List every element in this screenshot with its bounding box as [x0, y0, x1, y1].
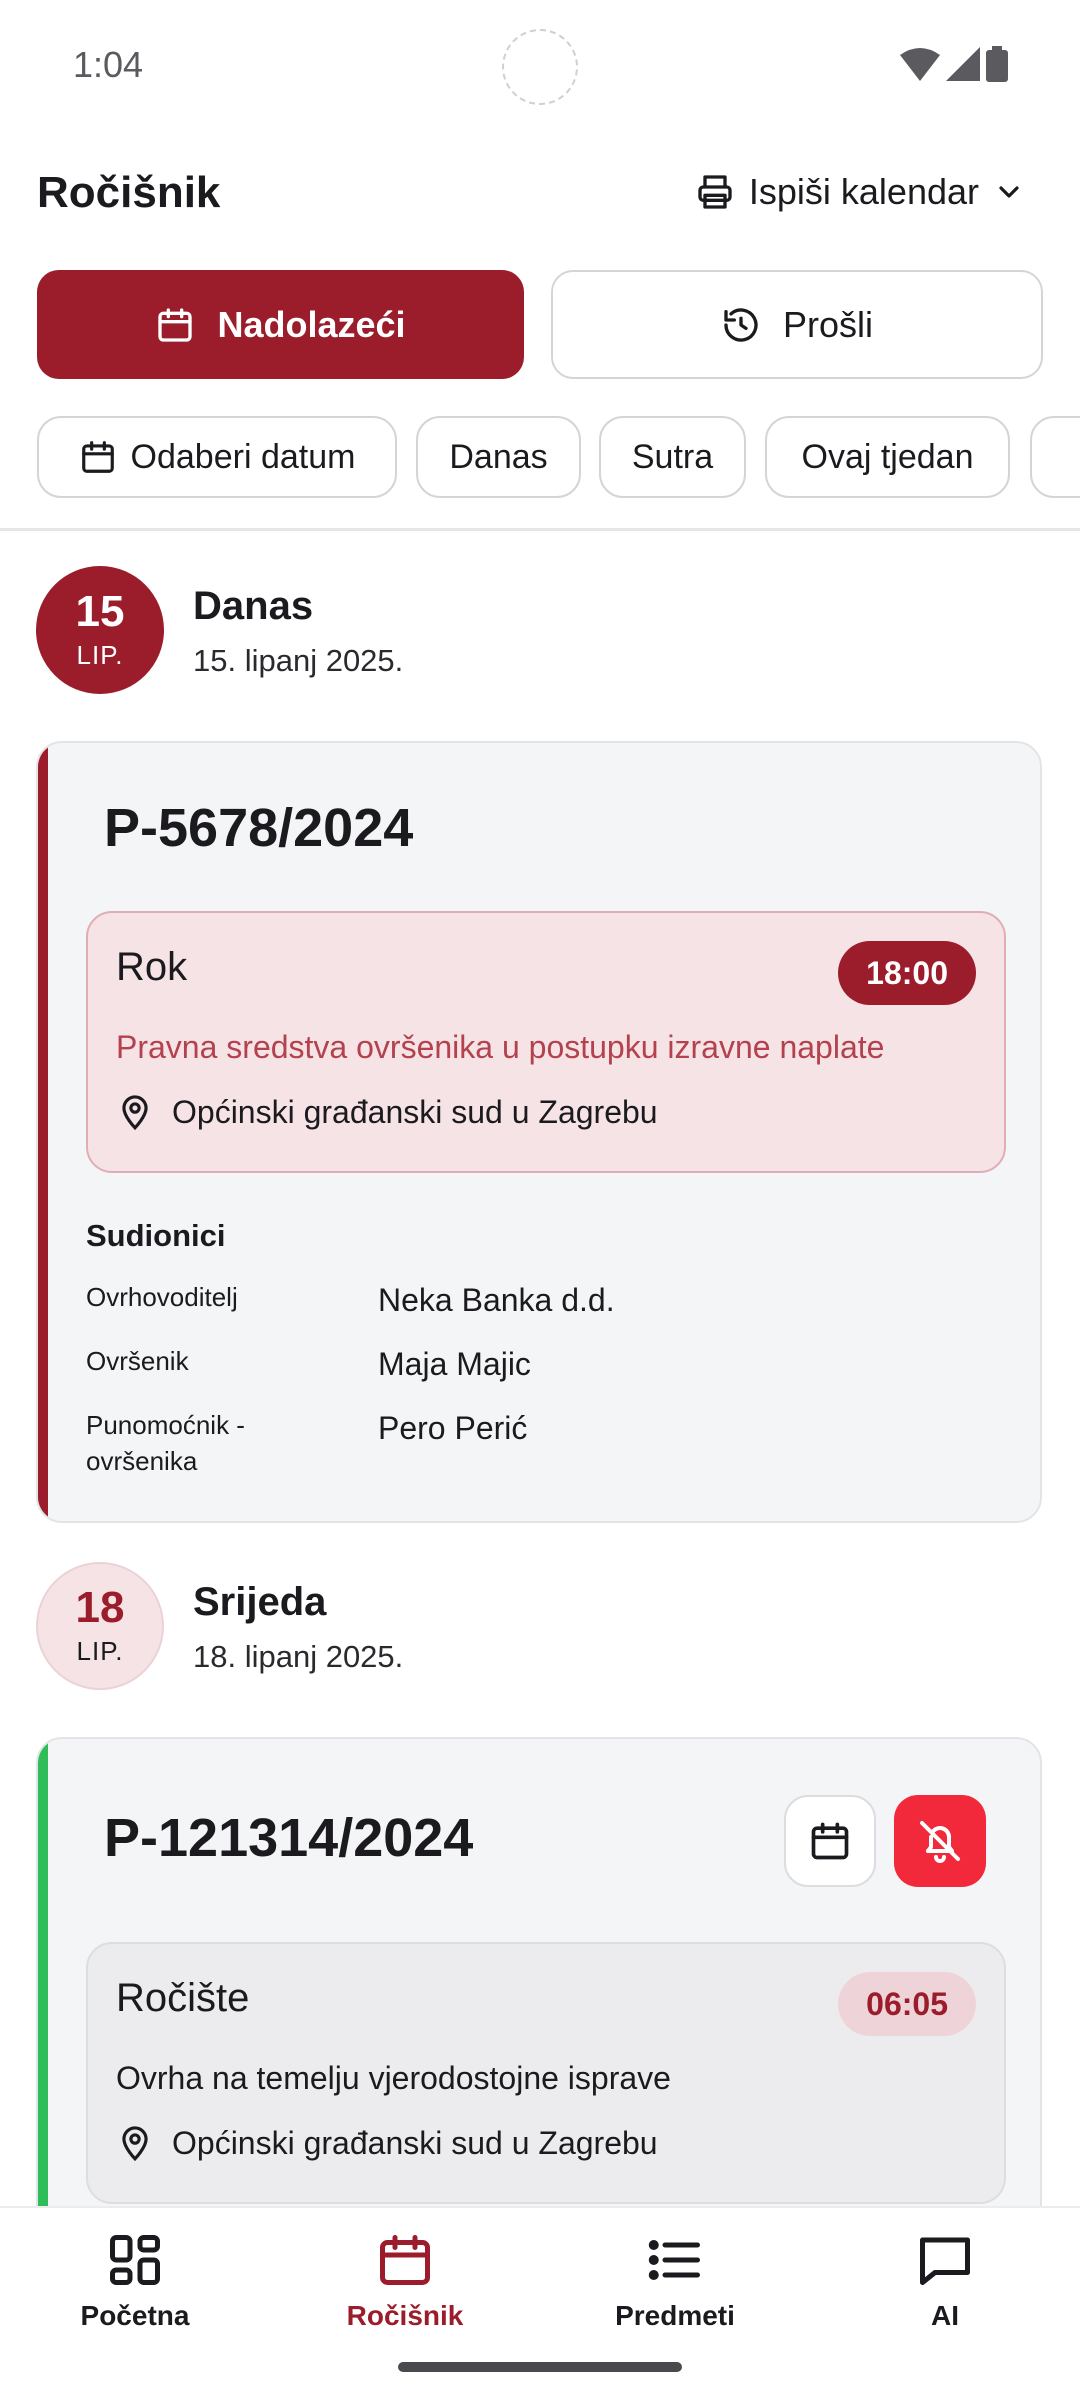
chip-label: Danas: [449, 437, 548, 476]
app-header: Ročišnik Ispiši kalendar: [37, 158, 1043, 230]
status-icons: [900, 46, 1008, 82]
event-type: Rok: [116, 945, 188, 989]
calendar-icon: [158, 307, 193, 342]
date-month: LIP.: [76, 639, 124, 670]
location-pin-icon: [122, 1095, 148, 1131]
chevron-down-icon: [999, 186, 1019, 198]
calendar-icon: [380, 2235, 430, 2285]
chip-label: Sutra: [631, 437, 714, 476]
participant-name: Neka Banka d.d.: [378, 1282, 615, 1318]
participant-role: Ovrhovoditelj: [86, 1282, 238, 1312]
event-location: Općinski građanski sud u Zagrebu: [116, 1093, 658, 1131]
nav-label: Ročišnik: [346, 2300, 464, 2331]
printer-icon: [698, 175, 732, 209]
grid-icon: [110, 2235, 160, 2285]
signal-icon: [946, 47, 980, 81]
date-month: LIP.: [76, 1635, 124, 1666]
chip-this-week[interactable]: Ovaj tjedan: [765, 416, 1010, 498]
past-label: Prošli: [782, 303, 874, 345]
nav-label: AI: [931, 2300, 959, 2331]
case-card[interactable]: P-5678/2024 Rok 18:00 Pravna sredstva ov…: [36, 741, 1042, 1523]
nav-label: Početna: [80, 2300, 190, 2331]
upcoming-label: Nadolazeći: [217, 303, 406, 345]
list-icon: [648, 2240, 700, 2280]
chip-tomorrow[interactable]: Sutra: [599, 416, 746, 498]
calendar-icon: [811, 1822, 849, 1860]
date-day-number: 18: [75, 1582, 125, 1632]
case-card[interactable]: P-121314/2024 Ročište 06:05 Ovrha na tem…: [36, 1737, 1042, 2277]
nav-cases[interactable]: Predmeti: [575, 2230, 775, 2332]
chip-today[interactable]: Danas: [416, 416, 581, 498]
event-description: Ovrha na temelju vjerodostojne isprave: [116, 2060, 671, 2096]
date-weekday: Danas: [193, 584, 314, 628]
home-indicator[interactable]: [398, 2362, 682, 2372]
filter-chips: Odaberi datum Danas Sutra Ovaj tjedan: [37, 416, 1080, 500]
camera-cutout: [502, 29, 578, 105]
date-badge: 18 LIP.: [36, 1562, 164, 1690]
calendar-icon: [81, 441, 114, 473]
case-number: P-5678/2024: [104, 798, 414, 858]
print-calendar-button[interactable]: Ispiši kalendar: [677, 160, 1043, 224]
event-location: Općinski građanski sud u Zagrebu: [116, 2124, 658, 2162]
history-icon: [724, 307, 758, 342]
notifications-off-button[interactable]: [894, 1795, 986, 1887]
participant-role: Ovršenik: [86, 1346, 189, 1376]
divider: [0, 528, 1080, 531]
page-title: Ročišnik: [37, 168, 221, 217]
print-calendar-label: Ispiši kalendar: [748, 171, 979, 212]
date-badge: 15 LIP.: [36, 566, 164, 694]
nav-label: Predmeti: [615, 2300, 735, 2331]
status-time: 1:04: [73, 44, 144, 85]
battery-icon: [986, 46, 1008, 82]
participant-role: Punomoćnik - ovršenika: [86, 1410, 245, 1476]
case-status-bar: [38, 1739, 48, 2275]
event-location-text: Općinski građanski sud u Zagrebu: [172, 2124, 658, 2161]
event-card[interactable]: Ročište 06:05 Ovrha na temelju vjerodost…: [86, 1942, 1006, 2204]
nav-home[interactable]: Početna: [35, 2230, 235, 2332]
date-label: Srijeda 18. lipanj 2025.: [193, 1580, 403, 1675]
participants-title: Sudionici: [86, 1218, 226, 1253]
wifi-icon: [900, 48, 940, 81]
status-bar: 1:04: [0, 0, 1080, 130]
past-tab[interactable]: Prošli: [551, 270, 1043, 379]
date-full: 15. lipanj 2025.: [193, 643, 404, 678]
chip-label: Ovaj tjedan: [801, 437, 974, 476]
date-label: Danas 15. lipanj 2025.: [193, 584, 403, 679]
nav-rocisnik[interactable]: Ročišnik: [305, 2230, 505, 2332]
case-number: P-121314/2024: [104, 1808, 474, 1868]
date-weekday: Srijeda: [193, 1580, 327, 1624]
chip-label: Odaberi datum: [130, 437, 356, 476]
event-time-badge: 06:05: [838, 1972, 976, 2036]
chat-icon: [920, 2237, 970, 2285]
add-to-calendar-button[interactable]: [784, 1795, 876, 1887]
event-card[interactable]: Rok 18:00 Pravna sredstva ovršenika u po…: [86, 911, 1006, 1173]
event-description: Pravna sredstva ovršenika u postupku izr…: [116, 1029, 885, 1065]
chip-more[interactable]: [1030, 416, 1080, 498]
event-type: Ročište: [116, 1976, 250, 2020]
bell-off-icon: [920, 1821, 960, 1863]
date-full: 18. lipanj 2025.: [193, 1639, 404, 1674]
nav-ai[interactable]: AI: [845, 2230, 1045, 2332]
upcoming-tab[interactable]: Nadolazeći: [37, 270, 524, 379]
case-status-bar: [38, 743, 48, 1521]
event-location-text: Općinski građanski sud u Zagrebu: [172, 1093, 658, 1130]
date-day-number: 15: [75, 586, 125, 636]
location-pin-icon: [122, 2126, 148, 2162]
event-time-badge: 18:00: [838, 941, 976, 1005]
chip-pick-date[interactable]: Odaberi datum: [37, 416, 397, 498]
participant-name: Pero Perić: [378, 1410, 528, 1446]
participant-name: Maja Majic: [378, 1346, 531, 1382]
